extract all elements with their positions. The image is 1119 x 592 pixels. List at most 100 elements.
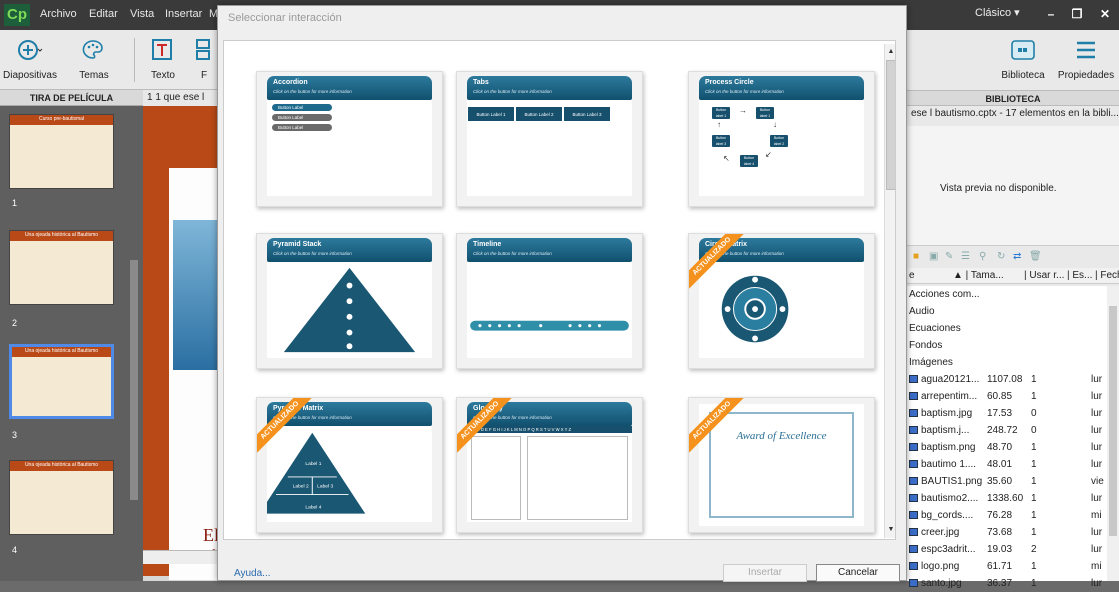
process-node: Button label 1 [711,106,731,120]
file-name: baptism.jpg [921,408,973,419]
filmstrip-panel: TIRA DE PELÍCULA Curso pre-bautismal 1 U… [0,90,143,581]
card-subtitle: Click on the button for more information [473,89,552,94]
library-button[interactable]: Biblioteca [995,30,1051,88]
card-preview [699,262,864,358]
interaction-card-circle-matrix[interactable]: Circle MatrixClick on the button for mor… [688,233,875,369]
import-icon[interactable]: ▣ [929,251,938,262]
file-usage: 1 [1031,561,1037,572]
interaction-card-process-circle[interactable]: Process Circle Click on the button for mo… [688,71,875,207]
file-row[interactable]: bautismo2.... 1338.60 1 lur [909,490,1107,507]
file-row[interactable]: baptism.jpg 17.53 0 lur [909,405,1107,422]
file-name: creer.jpg [921,527,960,538]
stage-tab[interactable]: 1 1 que ese l [143,90,218,106]
column-name[interactable]: e [909,268,915,283]
file-name: espc3adrit... [921,544,976,555]
properties-small-icon[interactable]: ☰ [961,251,970,262]
cancel-button[interactable]: Cancelar [816,564,900,582]
update-icon[interactable]: ↻ [997,251,1005,262]
slides-button[interactable]: Diapositivas [0,30,60,88]
shapes-button[interactable]: F [192,30,216,88]
interaction-card-glossary[interactable]: GlossaryClick on the button for more inf… [456,397,643,533]
interaction-card-pyramid-matrix[interactable]: Pyramid MatrixClick on the button for mo… [256,397,443,533]
scroll-up-icon[interactable]: ▲ [886,46,895,58]
folder-row[interactable]: Imágenes [909,354,953,371]
column-usage[interactable]: | Usar r... [1024,268,1064,283]
stage-area: 1 1 que ese l El té [143,90,219,581]
trash-icon[interactable]: 🗑 [1029,251,1042,262]
image-file-icon [909,545,918,554]
slide-number: 4 [12,545,18,555]
interaction-card-timeline[interactable]: Timeline Click on the button for more inf… [456,233,643,369]
edit-icon[interactable]: ✎ [945,251,953,262]
slide-thumbnail-4[interactable]: Una ojeada histórica al Bautismo [9,460,114,535]
column-date[interactable]: | Fecha [1095,268,1119,283]
properties-label: Propiedades [1057,70,1115,81]
filmstrip-scrollbar[interactable] [130,260,138,500]
minimize-button[interactable]: – [1040,4,1062,24]
text-button[interactable]: Texto [140,30,186,88]
file-row[interactable]: logo.png 61.71 1 mi [909,558,1107,575]
file-name: santo.jpg [921,578,962,589]
file-size: 48.70 [987,442,1013,453]
folder-row[interactable]: Acciones com... [909,286,980,303]
image-file-icon [909,528,918,537]
menu-vista[interactable]: Vista [130,8,154,20]
file-row[interactable]: baptism.png 48.70 1 lur [909,439,1107,456]
themes-button[interactable]: Temas [66,30,122,88]
menu-archivo[interactable]: Archivo [40,8,77,20]
file-row[interactable]: espc3adrit... 19.03 2 lur [909,541,1107,558]
file-row[interactable]: arrepentim... 60.85 1 lur [909,388,1107,405]
file-row[interactable]: santo.jpg 36.37 1 lur [909,575,1107,592]
properties-button[interactable]: Propiedades [1055,30,1117,88]
file-usage: 1 [1031,493,1037,504]
file-row[interactable]: bautimo 1.... 48.01 1 lur [909,456,1107,473]
slide-thumbnail-1[interactable]: Curso pre-bautismal [9,114,114,189]
file-row[interactable]: BAUTIS1.png 35.60 1 vie [909,473,1107,490]
slide-number: 1 [12,198,18,208]
menu-insertar[interactable]: Insertar [165,8,202,20]
card-title: Process Circle [705,79,754,86]
interaction-card-tabs[interactable]: Tabs Click on the button for more informa… [456,71,643,207]
gallery-scroll-thumb[interactable] [886,60,895,190]
folder-row[interactable]: Fondos [909,337,942,354]
column-status[interactable]: | Es... [1067,268,1092,283]
file-date: lur [1091,493,1103,504]
select-unused-icon[interactable]: ⇄ [1013,251,1021,262]
scroll-down-icon[interactable]: ▼ [886,524,895,536]
folder-icon[interactable]: ■ [913,251,919,262]
interaction-card-certificate[interactable]: Award of Excellence ACTUALIZADO [688,397,875,533]
slide-thumbnail-2[interactable]: Una ojeada histórica al Bautismo [9,230,114,305]
file-date: lur [1091,442,1103,453]
close-button[interactable]: ✕ [1094,4,1116,24]
help-link[interactable]: Ayuda... [234,568,271,579]
certificate-frame: Award of Excellence [709,412,854,518]
slide-number: 2 [12,318,18,328]
maximize-button[interactable]: ❐ [1066,4,1088,24]
file-usage: 0 [1031,425,1037,436]
file-row[interactable]: baptism.j... 248.72 0 lur [909,422,1107,439]
column-size[interactable]: ▲ | Tama... [953,268,1004,283]
menu-editar[interactable]: Editar [89,8,118,20]
file-row[interactable]: agua20121... 1107.08 1 lur [909,371,1107,388]
library-scrollbar[interactable] [1107,286,1119,581]
stage-horizontal-scrollbar[interactable] [143,550,218,564]
file-size: 1107.08 [987,374,1023,385]
library-scroll-thumb[interactable] [1109,306,1117,536]
themes-label: Temas [79,70,109,81]
file-size: 61.71 [987,561,1013,572]
slide-image[interactable] [173,220,218,370]
folder-row[interactable]: Audio [909,303,935,320]
interaction-card-accordion[interactable]: Accordion Click on the button for more in… [256,71,443,207]
file-row[interactable]: creer.jpg 73.68 1 lur [909,524,1107,541]
folder-row[interactable]: Ecuaciones [909,320,961,337]
tab-button: Button Label 1 [467,106,515,122]
image-file-icon [909,426,918,435]
insert-button[interactable]: Insertar [723,564,807,582]
file-row[interactable]: bg_cords.... 76.28 1 mi [909,507,1107,524]
workspace-dropdown[interactable]: Clásico ▾ [975,6,1025,24]
slide-thumbnail-3[interactable]: Una ojeada histórica al Bautismo [9,344,114,419]
gallery-scrollbar[interactable]: ▲ ▼ [884,44,895,538]
usage-icon[interactable]: ⚲ [979,251,986,262]
interaction-card-pyramid-stack[interactable]: Pyramid Stack Click on the button for mor… [256,233,443,369]
library-header: BIBLIOTECA [907,90,1119,106]
